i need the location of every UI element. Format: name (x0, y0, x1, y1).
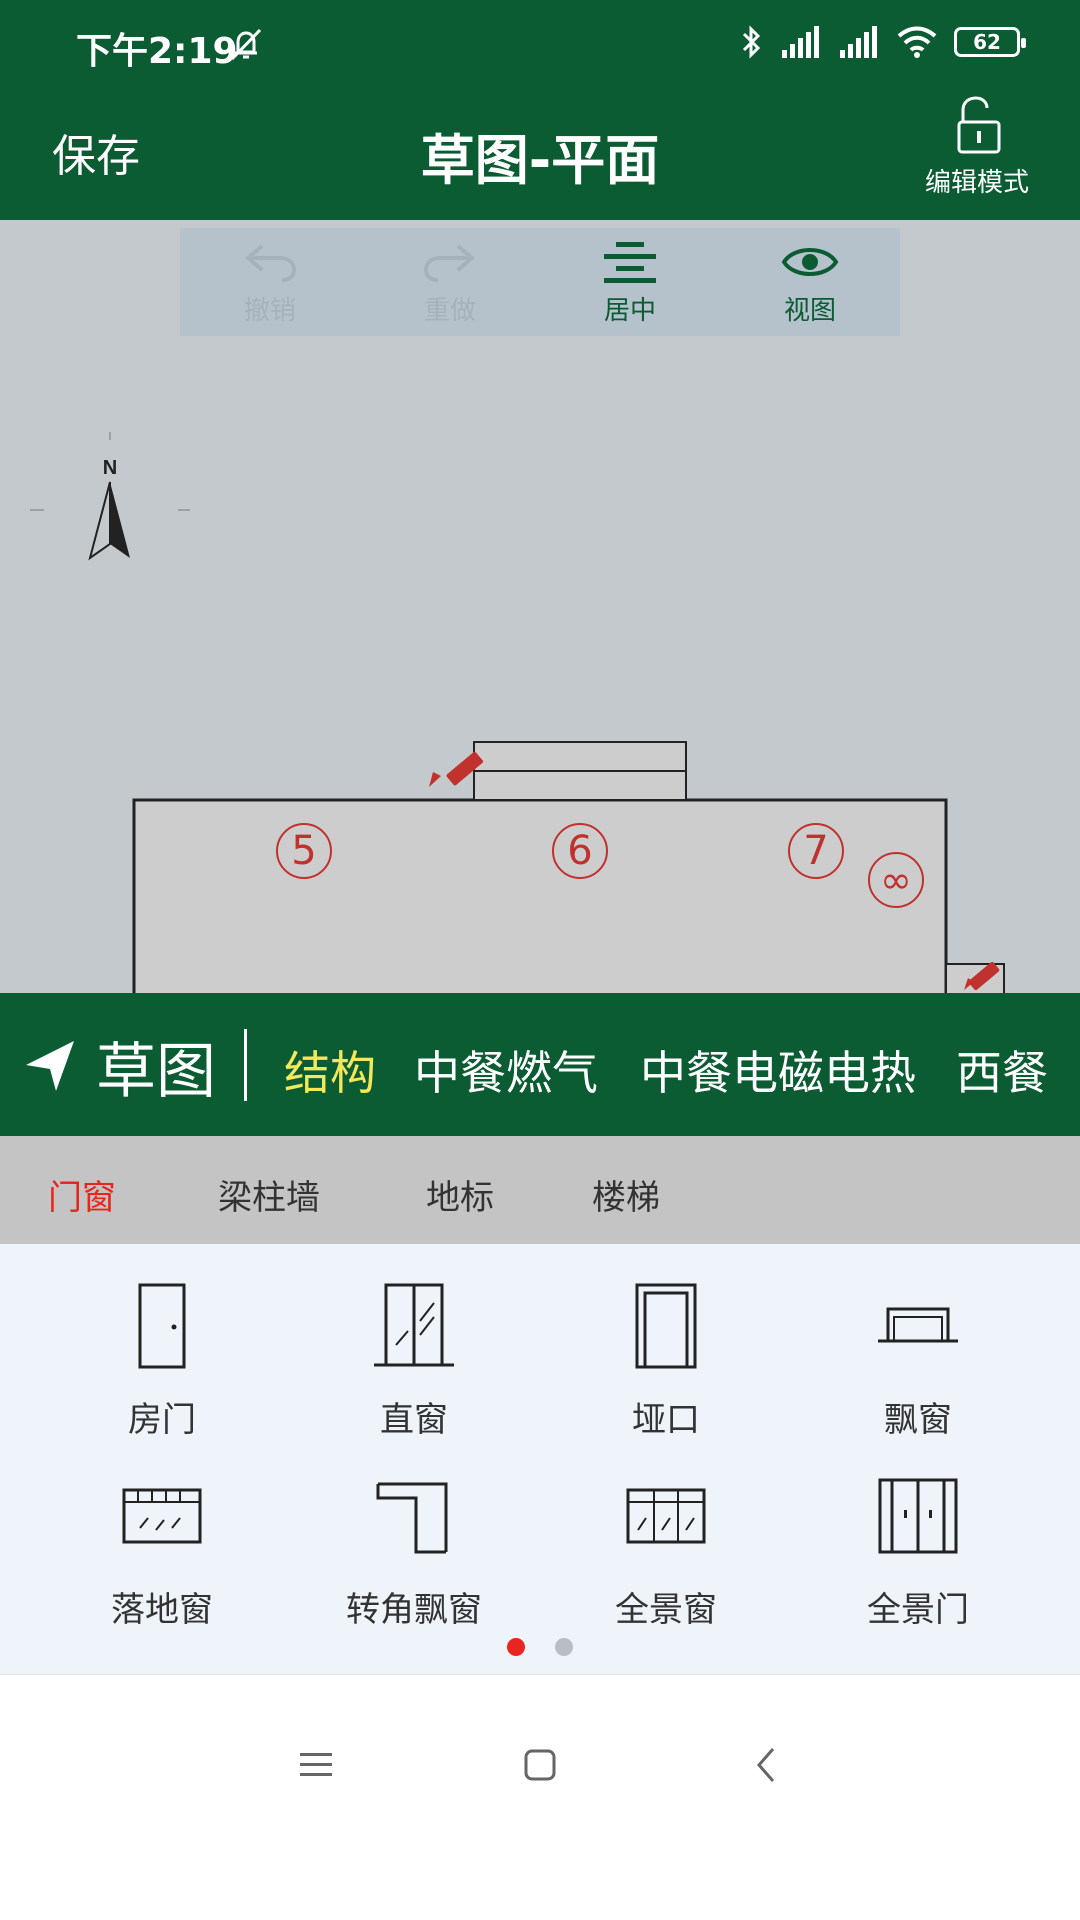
palette-item-corner-bay-window[interactable]: 转角飘窗 (304, 1466, 524, 1631)
palette-label: 转角飘窗 (346, 1590, 482, 1630)
palette-label: 垭口 (632, 1400, 700, 1440)
straight-window-icon (374, 1283, 454, 1367)
home-icon (524, 1749, 556, 1781)
palette-item-bay-window[interactable]: 飘窗 (808, 1276, 1028, 1441)
subtab-doors-windows[interactable]: 门窗 (48, 1170, 116, 1219)
view-label: 视图 (783, 296, 836, 326)
category-tab[interactable]: 西餐 (956, 1037, 1048, 1103)
back-button[interactable] (736, 1735, 796, 1795)
drawing-canvas[interactable]: 撤销 重做 居中 视图 N 5 6 7 ∞ (0, 220, 1080, 993)
palette-label: 房门 (128, 1400, 196, 1440)
status-time: 下午2:19 (76, 31, 238, 72)
signal-icon (840, 26, 877, 58)
palette-item-door[interactable]: 房门 (52, 1276, 272, 1441)
doorway-icon (635, 1283, 697, 1369)
silent-bell-icon (230, 28, 262, 61)
category-tab[interactable]: 中餐燃气 (414, 1037, 598, 1103)
subtab-landmarks[interactable]: 地标 (426, 1170, 494, 1219)
wifi-icon (897, 26, 937, 58)
unlock-icon (957, 96, 1001, 154)
category-divider (244, 1029, 247, 1101)
eye-icon (781, 248, 839, 276)
palette-label: 飘窗 (884, 1400, 952, 1440)
subtab-beams-walls[interactable]: 梁柱墙 (218, 1170, 320, 1219)
page-dot[interactable] (555, 1638, 573, 1656)
palette-item-panorama-window[interactable]: 全景窗 (556, 1466, 776, 1631)
system-nav-bar (0, 1674, 1080, 1920)
palette-item-doorway[interactable]: 垭口 (556, 1276, 776, 1441)
undo-icon (244, 244, 297, 282)
category-bar: 草图 结构 中餐燃气 中餐电磁电热 西餐 (0, 993, 1080, 1136)
door-icon (138, 1283, 186, 1369)
room-number[interactable]: 7 (788, 823, 844, 879)
palette-item-floor-window[interactable]: 落地窗 (52, 1466, 272, 1631)
redo-button[interactable]: 重做 (360, 228, 540, 336)
palette-label: 直窗 (380, 1400, 448, 1440)
status-bar: 下午2:19 62 (0, 0, 1080, 80)
app-header: 保存 草图-平面 编辑模式 (0, 80, 1080, 220)
page-indicator (0, 1638, 1080, 1656)
compass-icon: N (30, 432, 190, 561)
palette-item-straight-window[interactable]: 直窗 (304, 1276, 524, 1441)
category-main-title: 草图 (96, 1037, 216, 1107)
redo-label: 重做 (423, 296, 476, 326)
palette-label: 落地窗 (111, 1590, 213, 1630)
menu-icon (300, 1753, 332, 1776)
panorama-window-icon (626, 1488, 706, 1544)
palette-label: 全景门 (867, 1590, 969, 1630)
palette-item-panorama-door[interactable]: 全景门 (808, 1466, 1028, 1631)
center-button[interactable]: 居中 (540, 228, 720, 336)
signal-icon (782, 26, 819, 58)
room-number[interactable]: 6 (552, 823, 608, 879)
view-button[interactable]: 视图 (720, 228, 900, 336)
location-arrow-icon[interactable] (22, 1035, 78, 1095)
element-palette: 房门 直窗 垭口 飘窗 落地窗 转角飘窗 全景窗 全景门 (0, 1244, 1080, 1674)
page-dot[interactable] (507, 1638, 525, 1656)
room-number[interactable]: 5 (276, 823, 332, 879)
undo-button[interactable]: 撤销 (180, 228, 360, 336)
floor-window-icon (122, 1488, 202, 1544)
edit-mode-label: 编辑模式 (924, 168, 1029, 198)
compass-north-label: N (103, 457, 117, 479)
page-title: 草图-平面 (420, 129, 660, 192)
bay-window-icon (878, 1307, 958, 1343)
canvas-toolbar: 撤销 重做 居中 视图 (180, 228, 900, 336)
align-center-icon (604, 242, 656, 283)
undo-label: 撤销 (243, 296, 296, 326)
subtab-stairs[interactable]: 楼梯 (592, 1170, 660, 1219)
panorama-door-icon (878, 1478, 958, 1554)
corner-bay-window-icon (376, 1482, 448, 1554)
battery-level: 62 (973, 30, 1001, 54)
menu-button[interactable] (286, 1735, 346, 1795)
bluetooth-icon (742, 25, 761, 59)
subcategory-tabs: 门窗 梁柱墙 地标 楼梯 (0, 1136, 1080, 1244)
edit-mode-button[interactable]: 编辑模式 (922, 96, 1032, 199)
back-icon (757, 1748, 775, 1782)
redo-icon (423, 244, 476, 282)
home-button[interactable] (510, 1735, 570, 1795)
room-number[interactable]: ∞ (868, 852, 924, 908)
battery-icon: 62 (954, 27, 1026, 57)
status-icons: 62 (740, 22, 1026, 62)
palette-label: 全景窗 (615, 1590, 717, 1630)
category-tab[interactable]: 中餐电磁电热 (640, 1037, 916, 1103)
category-tab[interactable]: 结构 (284, 1037, 376, 1103)
center-label: 居中 (603, 296, 656, 326)
